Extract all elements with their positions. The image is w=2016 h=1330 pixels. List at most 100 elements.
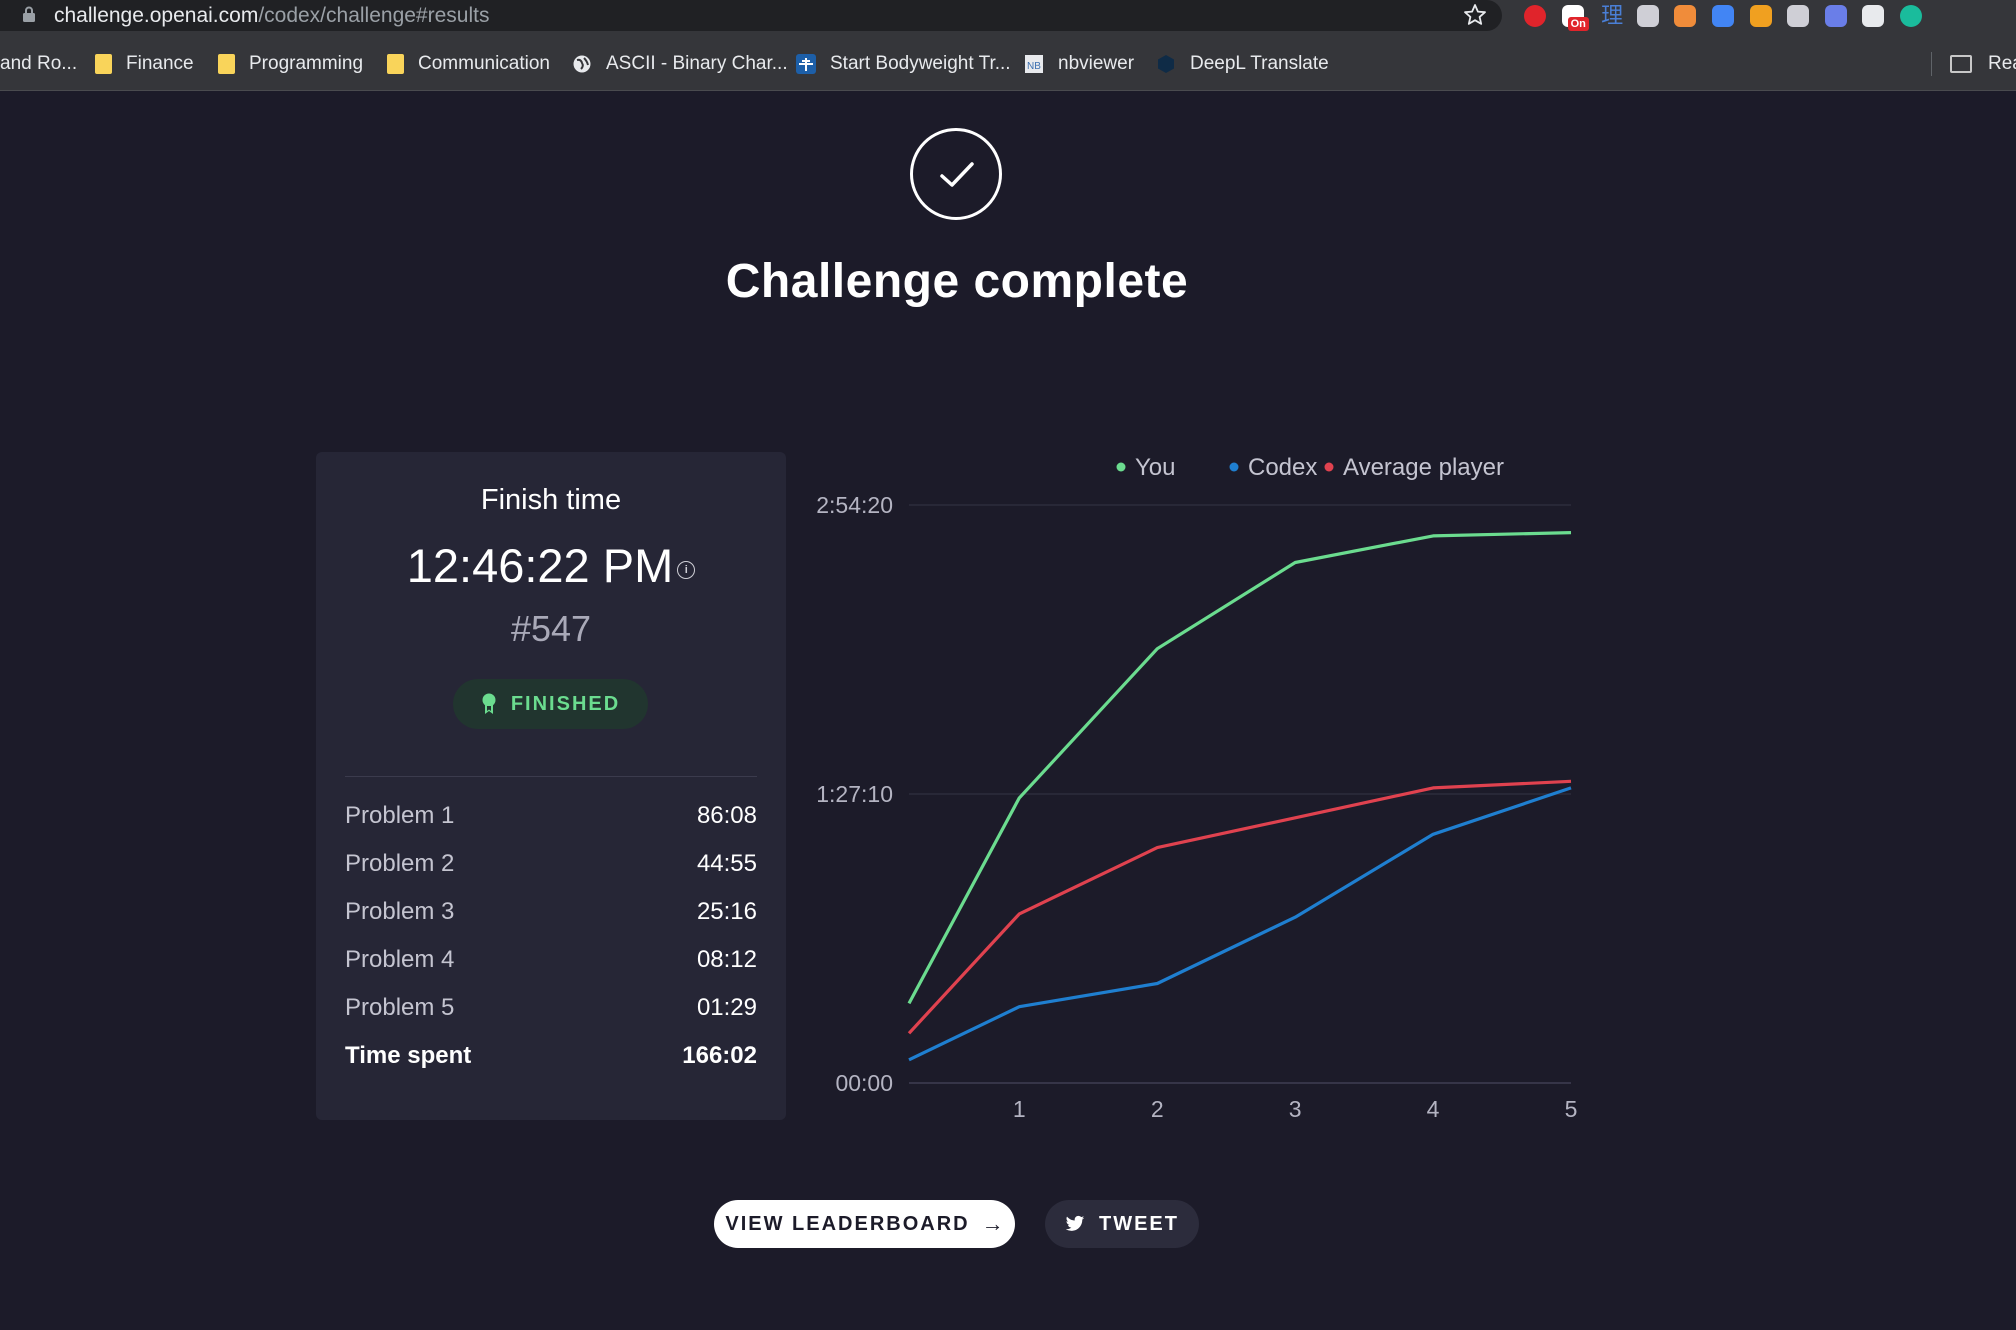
bookmark-folder-communication[interactable]: Communication [387,51,550,77]
bookmark-bodyweight[interactable]: Start Bodyweight Tr... [796,51,1011,77]
chinese-dictionary-icon[interactable]: 理 [1599,3,1625,29]
legend-label: You [1135,454,1176,481]
chart-svg: 00:00 1:27:10 2:54:20 1 2 3 4 5 You Codex Average … [816,454,1578,1122]
y-tick-label: 00:00 [835,1070,893,1096]
info-icon[interactable]: i [677,560,696,579]
bookmark-label: and Ro... [0,53,78,74]
bookmark-star-icon[interactable] [1462,2,1488,28]
finish-time: 12:46:22 PM i [316,538,786,593]
problem-time: 44:55 [696,850,757,877]
x-tick-label: 2 [1151,1096,1164,1122]
bookmark-folder-finance[interactable]: Finance [95,51,194,77]
x-tick-label: 3 [1289,1096,1302,1122]
puzzle-extensions-icon[interactable] [1862,5,1885,27]
legend-label: Codex [1248,454,1317,481]
rank: #547 [510,608,592,649]
problem-row: Problem 1 86:08 [345,792,757,840]
folder-icon [95,54,112,74]
browser-address-bar: challenge.openai.com/codex/challenge#res… [0,0,2016,31]
series-line [907,531,1572,1005]
reading-list-label: Read [1988,53,2016,74]
bookmark-label: DeepL Translate [1190,53,1329,74]
x-tick-label: 1 [1013,1096,1026,1122]
problem-name: Problem 5 [345,994,455,1021]
svg-text:NB: NB [1027,61,1041,72]
bodyweight-icon [796,54,816,74]
legend-label: Average player [1343,454,1504,481]
lock-icon [23,6,35,22]
tweet-button[interactable]: TWEET [1045,1200,1199,1248]
legend-marker [1229,462,1239,472]
problem-time: 01:29 [696,994,757,1021]
leaderboard-label: VIEW LEADERBOARD [725,1212,970,1235]
font-icon[interactable] [1787,5,1810,27]
color-wheel-icon[interactable] [1749,5,1772,27]
twitter-icon [1065,1215,1085,1231]
bookmarks-divider [1931,52,1932,76]
bookmark-deepl[interactable]: DeepL Translate [1156,51,1329,77]
x-tick-label: 4 [1427,1096,1440,1122]
problem-name: Problem 1 [345,802,455,829]
page-title: Challenge complete [725,255,1189,308]
x-tick-label: 5 [1565,1096,1578,1122]
nbviewer-icon: NB [1025,55,1043,73]
view-leaderboard-button[interactable]: VIEW LEADERBOARD → [714,1200,1015,1248]
bookmark-label: Communication [418,53,550,74]
arrow-right-icon: → [981,1211,1004,1236]
url-path: /codex/challenge#results [258,4,490,27]
problem-time: 08:12 [696,946,757,973]
globe-icon [573,55,591,73]
clip-on-icon[interactable]: On [1561,5,1589,31]
google-translate-icon[interactable] [1712,5,1734,27]
adblock-icon[interactable] [1524,5,1546,27]
card-title: Finish time [480,484,622,516]
problem-row: Problem 2 44:55 [345,840,757,888]
problem-time: 25:16 [696,898,757,925]
bookmark-folder-programming[interactable]: Programming [218,51,363,77]
url-bar[interactable]: challenge.openai.com/codex/challenge#res… [0,0,1502,31]
pen-icon[interactable] [1824,5,1847,27]
y-tick-label: 1:27:10 [816,781,893,807]
problem-name: Problem 2 [345,850,455,877]
bookmark-label: Programming [249,53,364,74]
problem-times-list: Problem 1 86:08 Problem 2 44:55 Problem 3 2… [345,792,757,1080]
bookmark-label: Start Bodyweight Tr... [830,53,1011,74]
y-tick-label: 2:54:20 [816,492,893,518]
url-text[interactable]: challenge.openai.com/codex/challenge#res… [54,4,489,28]
divider [345,776,757,777]
progress-chart: 00:00 1:27:10 2:54:20 1 2 3 4 5 You Codex Average … [790,440,1600,1140]
legend-marker [1324,462,1334,472]
folder-icon [218,54,235,74]
bookmarks-bar: and Ro... Finance Programming Communicat… [0,31,2016,91]
problem-time: 86:08 [696,802,757,829]
status-label: FINISHED [510,692,621,715]
problem-name: Problem 3 [345,898,455,925]
reading-list[interactable]: Read [1950,51,2016,77]
bookmark-ascii[interactable]: ASCII - Binary Char... [572,51,788,77]
eyes-icon[interactable] [1674,5,1697,27]
extension-badge: On [1567,17,1589,31]
total-time: 166:02 [682,1042,757,1069]
folder-icon [387,54,404,74]
total-label: Time spent [345,1042,472,1069]
problem-name: Problem 4 [345,946,455,973]
status-badge: FINISHED [453,679,648,729]
camera-icon[interactable] [1636,5,1659,27]
bookmark-label: nbviewer [1058,53,1135,74]
bookmark-label: ASCII - Binary Char... [606,53,788,74]
problem-row: Problem 5 01:29 [345,984,757,1032]
problem-row: Problem 3 25:16 [345,888,757,936]
tweet-label: TWEET [1099,1212,1179,1235]
bookmark-item[interactable]: and Ro... [0,51,77,77]
problem-row: Problem 4 08:12 [345,936,757,984]
results-card: Finish time 12:46:22 PM i #547 FINISHED P… [316,452,786,1120]
total-row: Time spent 166:02 [345,1032,757,1080]
deepl-icon [1158,55,1174,73]
reading-list-icon [1950,55,1972,73]
bookmark-label: Finance [126,53,194,74]
profile-avatar-icon[interactable] [1900,5,1922,27]
success-check-icon [910,128,1002,220]
bookmark-nbviewer[interactable]: NB nbviewer [1024,51,1134,77]
finish-time-value: 12:46:22 PM [406,539,674,592]
award-icon [482,693,496,714]
